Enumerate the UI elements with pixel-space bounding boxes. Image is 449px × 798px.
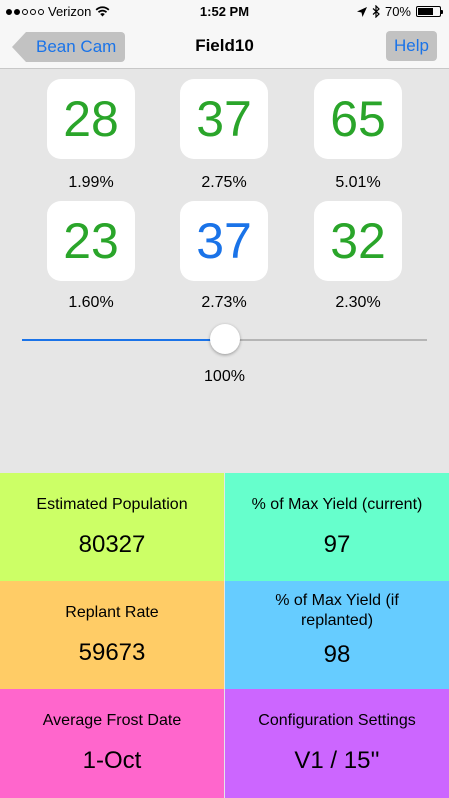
- status-right: 70%: [356, 4, 443, 19]
- battery-level: [418, 8, 433, 15]
- count-tile-5[interactable]: 37: [180, 201, 268, 281]
- count-tile-3[interactable]: 65: [314, 79, 402, 159]
- tile-percent-2: 2.75%: [201, 174, 247, 191]
- density-slider[interactable]: [22, 324, 427, 354]
- cell-label: % of Max Yield (if replanted): [275, 592, 399, 629]
- slider-thumb[interactable]: [209, 324, 240, 354]
- max-yield-current-cell[interactable]: % of Max Yield (current) 97: [225, 473, 449, 581]
- tile-percent-1: 1.99%: [68, 174, 114, 191]
- tile-percent-3: 5.01%: [335, 174, 381, 191]
- tile-percent-4: 1.60%: [68, 294, 114, 311]
- count-tile-4[interactable]: 23: [47, 201, 135, 281]
- bluetooth-icon: [372, 5, 380, 18]
- cell-label: Replant Rate: [65, 604, 159, 621]
- tile-percent-5: 2.73%: [201, 294, 247, 311]
- cell-value: 98: [323, 641, 351, 668]
- cell-value: V1 / 15'': [294, 747, 380, 774]
- cell-value: 80327: [78, 531, 146, 558]
- page-title: Field10: [195, 36, 254, 55]
- count-tile-2[interactable]: 37: [180, 79, 268, 159]
- cell-label: Estimated Population: [36, 496, 188, 513]
- status-bar: Verizon 1:52 PM 70%: [0, 0, 449, 22]
- count-tile-1[interactable]: 28: [47, 79, 135, 159]
- battery-percent: 70%: [384, 4, 411, 19]
- cell-value: 1-Oct: [82, 747, 142, 774]
- cell-value: 59673: [78, 639, 146, 666]
- cell-label: % of Max Yield (current): [251, 496, 423, 513]
- navigation-bar: Bean Cam Field10 Help: [0, 22, 449, 69]
- tile-percent-6: 2.30%: [335, 294, 381, 311]
- slider-fill: [22, 339, 225, 341]
- count-tile-6[interactable]: 32: [314, 201, 402, 281]
- cell-label: Average Frost Date: [42, 712, 182, 729]
- average-frost-date-cell[interactable]: Average Frost Date 1-Oct: [0, 689, 224, 798]
- max-yield-replanted-cell[interactable]: % of Max Yield (if replanted) 98: [225, 581, 449, 689]
- slider-value: 100%: [204, 368, 245, 385]
- location-arrow-icon: [356, 6, 367, 17]
- help-button[interactable]: Help: [386, 31, 437, 61]
- battery-icon: [416, 6, 443, 17]
- cell-value: 97: [323, 531, 351, 558]
- estimated-population-cell[interactable]: Estimated Population 80327: [0, 473, 224, 581]
- configuration-settings-cell[interactable]: Configuration Settings V1 / 15'': [225, 689, 449, 798]
- cell-label: Configuration Settings: [258, 712, 416, 729]
- replant-rate-cell[interactable]: Replant Rate 59673: [0, 581, 224, 689]
